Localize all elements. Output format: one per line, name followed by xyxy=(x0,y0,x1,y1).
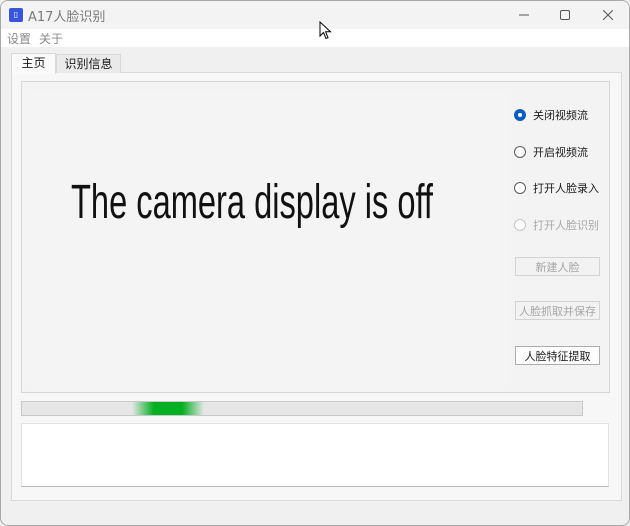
progress-marquee xyxy=(132,402,204,415)
menu-about[interactable]: 关于 xyxy=(39,30,63,47)
radio-open-stream[interactable]: 开启视频流 xyxy=(514,144,588,160)
minimize-button[interactable] xyxy=(501,1,547,29)
close-icon xyxy=(603,10,613,20)
radio-face-recognition[interactable]: 打开人脸识别 xyxy=(514,217,599,233)
title-bar[interactable]: ▯ A17人脸识别 xyxy=(1,1,629,29)
maximize-button[interactable] xyxy=(542,1,588,29)
radio-label: 打开人脸录入 xyxy=(533,182,599,195)
window-title: A17人脸识别 xyxy=(28,10,106,25)
radio-label: 开启视频流 xyxy=(533,146,588,159)
radio-label: 打开人脸识别 xyxy=(533,219,599,232)
log-output[interactable] xyxy=(21,423,609,487)
capture-save-button[interactable]: 人脸抓取并保存 xyxy=(515,301,600,320)
progress-bar xyxy=(21,401,583,416)
maximize-icon xyxy=(560,10,570,20)
new-face-button[interactable]: 新建人脸 xyxy=(515,257,600,276)
mouse-cursor-icon xyxy=(319,21,332,40)
svg-text:The camera display is off: The camera display is off xyxy=(71,176,433,229)
camera-display: The camera display is off xyxy=(31,91,507,385)
app-icon: ▯ xyxy=(9,8,23,22)
extract-features-button[interactable]: 人脸特征提取 xyxy=(515,346,600,365)
radio-label: 关闭视频流 xyxy=(533,109,588,122)
radio-indicator[interactable] xyxy=(514,219,526,231)
close-button[interactable] xyxy=(585,1,629,29)
camera-status-text: The camera display is off xyxy=(71,176,433,229)
menu-settings[interactable]: 设置 xyxy=(7,30,31,47)
radio-close-stream[interactable]: 关闭视频流 xyxy=(514,107,588,123)
tab-home[interactable]: 主页 xyxy=(11,53,56,74)
minimize-icon xyxy=(519,14,529,16)
radio-face-enroll[interactable]: 打开人脸录入 xyxy=(514,180,599,196)
radio-indicator[interactable] xyxy=(514,109,526,121)
tab-recognition-info[interactable]: 识别信息 xyxy=(56,54,121,73)
radio-indicator[interactable] xyxy=(514,182,526,194)
menu-bar: 设置 关于 xyxy=(1,29,629,47)
radio-indicator[interactable] xyxy=(514,146,526,158)
app-window: ▯ A17人脸识别 设置 关于 主页 识别信息 The camera displ… xyxy=(0,0,630,526)
